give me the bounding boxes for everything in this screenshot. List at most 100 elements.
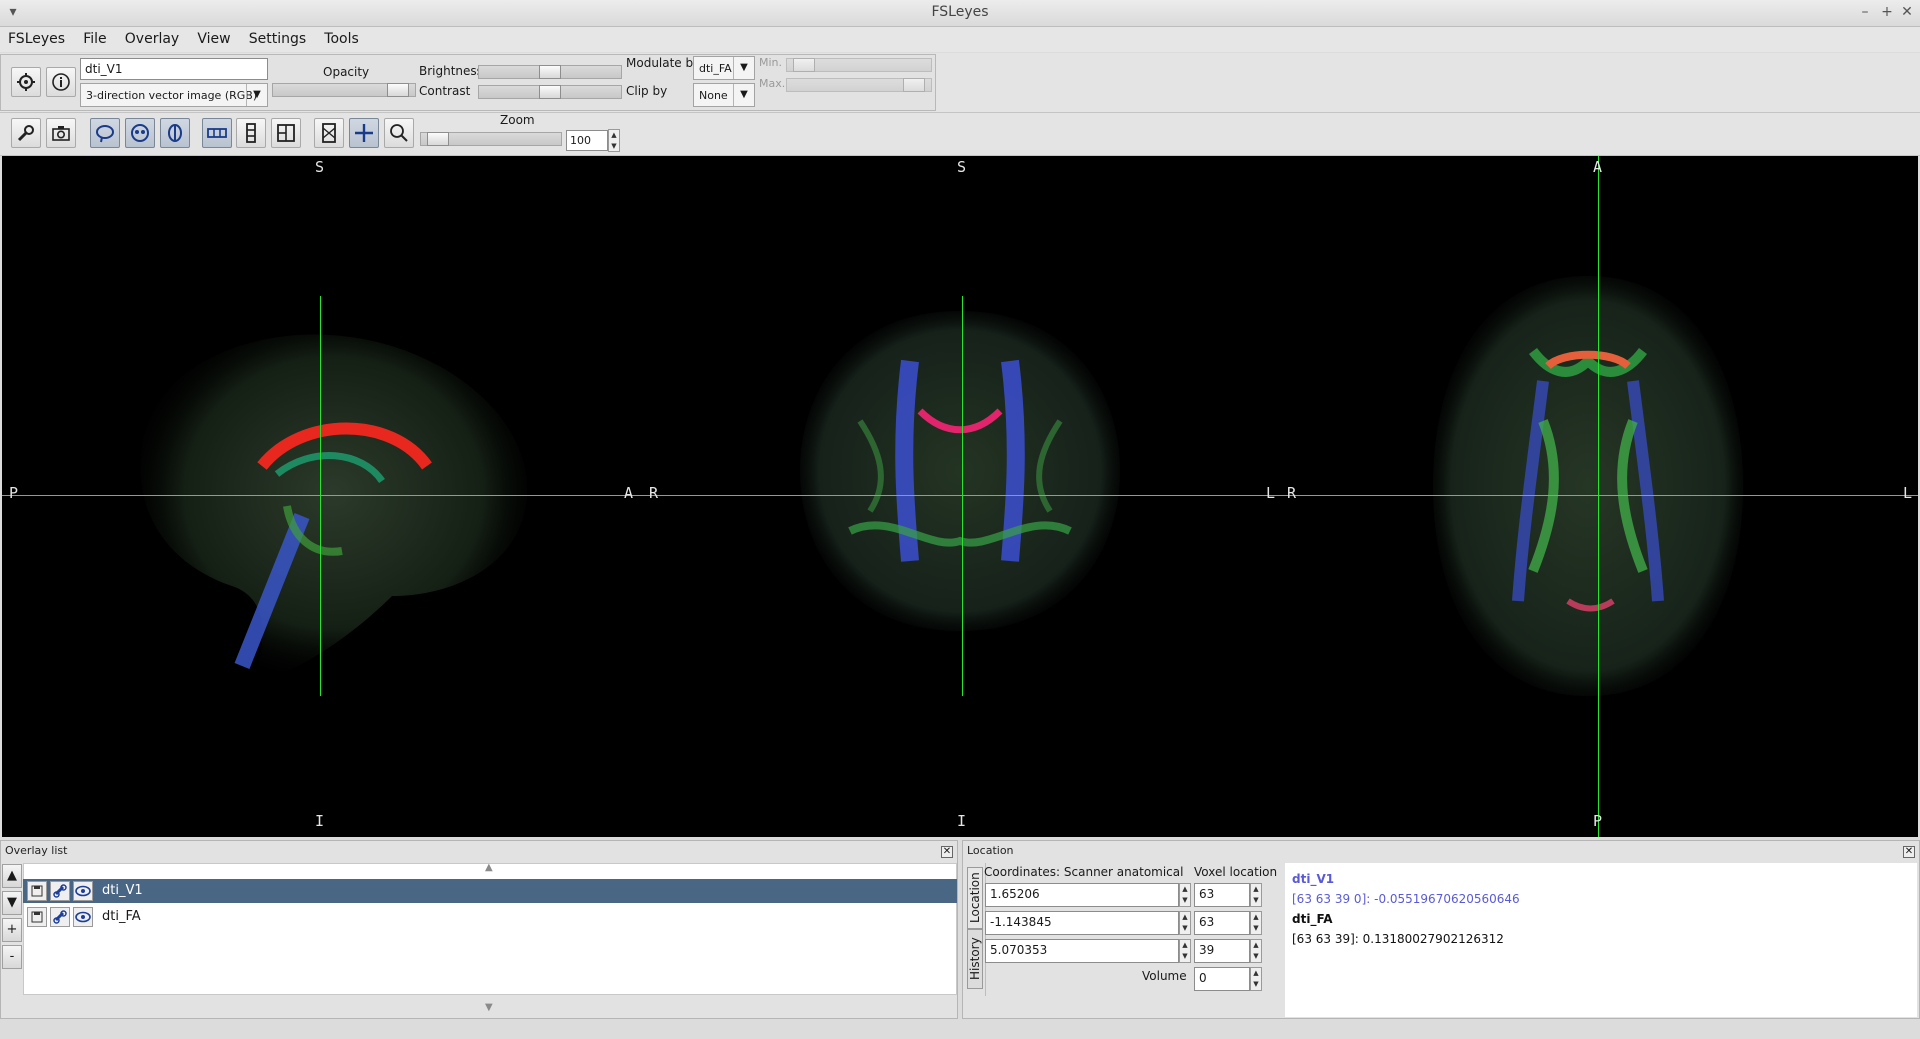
- zoom-slider-handle[interactable]: [427, 132, 449, 146]
- volume-label: Volume: [1142, 969, 1187, 983]
- horizontal-layout-button[interactable]: [202, 118, 232, 148]
- move-overlay-up-button[interactable]: ▲: [2, 864, 22, 888]
- coord-z-spinner[interactable]: ▲ ▼: [1179, 939, 1191, 963]
- overlay-type-select[interactable]: 3-direction vector image (RGB) ▼: [80, 83, 268, 107]
- maximize-button[interactable]: +: [1878, 3, 1896, 21]
- menu-file[interactable]: File: [75, 27, 112, 47]
- link-icon[interactable]: [50, 907, 70, 927]
- overlay-name-field[interactable]: dti_V1: [80, 58, 268, 80]
- tab-history[interactable]: History: [967, 929, 983, 989]
- opacity-label: Opacity: [323, 65, 370, 79]
- link-icon[interactable]: [50, 881, 70, 901]
- voxel-z-spinner[interactable]: ▲ ▼: [1250, 939, 1262, 963]
- axial-brain-image: [1433, 276, 1743, 696]
- window-titlebar: FSLeyes ▾ – + ✕: [0, 0, 1920, 27]
- overlay-settings-button[interactable]: [11, 67, 41, 97]
- coronal-cursor-horizontal: [640, 495, 1278, 496]
- horizontal-layout-icon: [207, 128, 227, 138]
- window-menu-button[interactable]: ▾: [4, 3, 22, 21]
- coronal-label-bottom: I: [957, 812, 967, 830]
- opacity-slider-handle[interactable]: [387, 83, 409, 97]
- coord-x-field[interactable]: 1.65206: [985, 883, 1179, 907]
- toggle-cursor-button[interactable]: [349, 118, 379, 148]
- voxel-z-field[interactable]: 39: [1194, 939, 1250, 963]
- min-slider-handle[interactable]: [793, 58, 815, 72]
- overlay-row-dti-fa[interactable]: dti_FA: [23, 905, 957, 929]
- add-overlay-button[interactable]: +: [2, 918, 22, 942]
- voxel-x-spinner[interactable]: ▲ ▼: [1250, 883, 1262, 907]
- min-slider[interactable]: [786, 58, 932, 72]
- eye-icon[interactable]: [73, 907, 93, 927]
- info-icon: [52, 73, 70, 91]
- scroll-up-icon[interactable]: ▲: [485, 862, 493, 873]
- toggle-coronal-button[interactable]: [125, 118, 155, 148]
- overlay-row-dti-v1[interactable]: dti_V1: [23, 879, 957, 903]
- ortho-view-canvas[interactable]: S I P A S I R L A P R L: [2, 156, 1918, 837]
- sagittal-brain-icon: [96, 125, 114, 143]
- move-overlay-down-button[interactable]: ▼: [2, 891, 22, 915]
- toggle-sagittal-button[interactable]: [90, 118, 120, 148]
- menu-tools[interactable]: Tools: [316, 27, 365, 47]
- zoom-slider[interactable]: [420, 132, 562, 146]
- movie-mode-button[interactable]: [314, 118, 344, 148]
- remove-overlay-button[interactable]: -: [2, 945, 22, 969]
- save-icon[interactable]: [27, 907, 47, 927]
- coords-header: Coordinates: Scanner anatomical: [984, 865, 1184, 879]
- max-slider-handle[interactable]: [903, 78, 925, 92]
- voxel-y-field[interactable]: 63: [1194, 911, 1250, 935]
- coronal-view[interactable]: S I R L: [640, 156, 1278, 837]
- axial-label-bottom: P: [1593, 812, 1603, 830]
- info-overlay-value-2: [63 63 39]: 0.13180027902126312: [1292, 932, 1504, 946]
- axial-label-top: A: [1593, 158, 1603, 176]
- status-bar: [0, 1020, 1920, 1039]
- grid-layout-button[interactable]: [271, 118, 301, 148]
- eye-icon[interactable]: [73, 881, 93, 901]
- voxel-x-field[interactable]: 63: [1194, 883, 1250, 907]
- overlay-info-button[interactable]: [46, 67, 76, 97]
- close-location-icon[interactable]: ✕: [1903, 846, 1915, 858]
- clip-select[interactable]: None ▼: [693, 83, 755, 107]
- modulate-select[interactable]: dti_FA ▼: [693, 56, 755, 80]
- gear-icon: [17, 73, 35, 91]
- axial-view[interactable]: A P R L: [1278, 156, 1918, 837]
- menu-view[interactable]: View: [189, 27, 236, 47]
- coord-y-spinner[interactable]: ▲ ▼: [1179, 911, 1191, 935]
- menu-settings[interactable]: Settings: [241, 27, 312, 47]
- coord-z-field[interactable]: 5.070353: [985, 939, 1179, 963]
- volume-spinner[interactable]: ▲ ▼: [1250, 967, 1262, 991]
- grid-layout-icon: [277, 124, 295, 142]
- volume-field[interactable]: 0: [1194, 967, 1250, 991]
- contrast-slider-handle[interactable]: [539, 85, 561, 99]
- sagittal-view[interactable]: S I P A: [2, 156, 640, 837]
- brightness-slider[interactable]: [478, 65, 622, 79]
- coord-x-spinner[interactable]: ▲ ▼: [1179, 883, 1191, 907]
- toggle-axial-button[interactable]: [160, 118, 190, 148]
- brightness-slider-handle[interactable]: [539, 65, 561, 79]
- screenshot-button[interactable]: [46, 118, 76, 148]
- zoom-value-field[interactable]: 100: [566, 130, 608, 151]
- tab-location[interactable]: Location: [967, 867, 983, 929]
- save-icon[interactable]: [27, 881, 47, 901]
- close-overlay-list-icon[interactable]: ✕: [941, 846, 953, 858]
- zoom-spinner[interactable]: ▲ ▼: [608, 129, 620, 152]
- voxel-y-spinner[interactable]: ▲ ▼: [1250, 911, 1262, 935]
- vertical-layout-button[interactable]: [236, 118, 266, 148]
- coronal-label-top: S: [957, 158, 967, 176]
- contrast-slider[interactable]: [478, 85, 622, 99]
- opacity-slider[interactable]: [272, 83, 416, 97]
- minimize-button[interactable]: –: [1856, 3, 1874, 21]
- reset-zoom-button[interactable]: [384, 118, 414, 148]
- axial-label-left: R: [1287, 484, 1297, 502]
- menubar: FSLeyes File Overlay View Settings Tools: [0, 27, 1920, 52]
- close-window-button[interactable]: ✕: [1898, 3, 1916, 21]
- overlay-display-toolbar: dti_V1 3-direction vector image (RGB) ▼ …: [0, 53, 1920, 113]
- voxel-header: Voxel location: [1194, 865, 1278, 879]
- scroll-down-icon[interactable]: ▼: [485, 1002, 493, 1013]
- max-label: Max.: [759, 77, 786, 90]
- view-settings-button[interactable]: [11, 118, 41, 148]
- menu-fsleyes[interactable]: FSLeyes: [0, 27, 71, 47]
- menu-overlay[interactable]: Overlay: [117, 27, 185, 47]
- coord-y-field[interactable]: -1.143845: [985, 911, 1179, 935]
- vertical-layout-icon: [246, 123, 256, 143]
- max-slider[interactable]: [786, 78, 932, 92]
